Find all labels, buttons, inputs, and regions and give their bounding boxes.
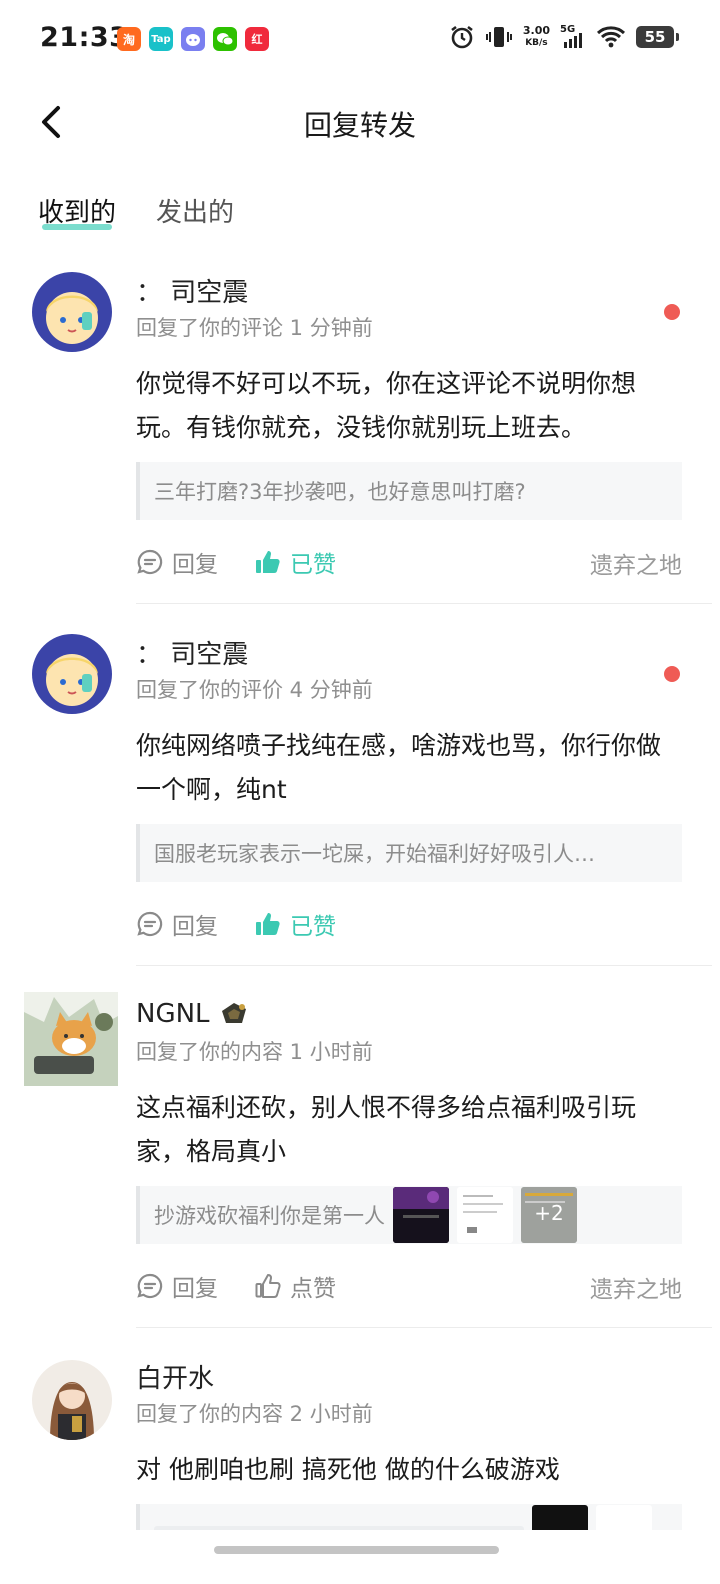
tab-sent[interactable]: 发出的 <box>156 192 234 229</box>
reply-meta: 回复了你的评论 1 分钟前 <box>136 316 373 340</box>
thumbs-up-icon <box>255 1274 281 1298</box>
thumbs-up-filled-icon <box>256 551 280 573</box>
thumbs-up-filled-icon <box>256 913 280 935</box>
avatar[interactable] <box>32 272 112 352</box>
username[interactable]: ： 司空震 <box>136 272 682 308</box>
action-bar: 回复 已赞 遗弃之地 <box>136 542 682 582</box>
reply-button[interactable]: 回复 <box>136 1269 218 1303</box>
quoted-text: 三年打磨?3年抄袭吧，也好意思叫打磨? <box>154 480 526 504</box>
image-thumbnail[interactable] <box>596 1505 652 1530</box>
like-button[interactable]: 已赞 <box>254 545 336 579</box>
like-label: 已赞 <box>290 914 336 940</box>
action-bar: 回复 已赞 <box>136 904 682 944</box>
like-label: 点赞 <box>290 1276 336 1302</box>
quoted-images: +2 <box>393 1187 577 1243</box>
vibrate-icon <box>485 27 512 47</box>
username[interactable]: 白开水 <box>136 1358 682 1394</box>
action-bar: 回复 点赞 遗弃之地 <box>136 1266 682 1306</box>
comment-icon <box>137 549 163 575</box>
reply-label: 回复 <box>172 552 218 578</box>
reply-meta: 回复了你的内容 2 小时前 <box>136 1402 373 1426</box>
battery-icon: 55 <box>636 26 679 48</box>
username[interactable]: ： 司空震 <box>136 634 682 670</box>
avatar[interactable] <box>32 634 112 714</box>
source-link[interactable]: 遗弃之地 <box>590 1270 682 1304</box>
reply-content: ： 司空震 回复了你的评论 1 分钟前 你觉得不好可以不玩，你在这评论不说明你想… <box>136 272 682 582</box>
quoted-images <box>532 1505 652 1530</box>
home-indicator[interactable] <box>214 1546 499 1554</box>
like-button[interactable]: 点赞 <box>254 1269 336 1303</box>
reply-content: NGNL 回复了你的内容 1 小时前 这点福利还砍，别人恨不得多给点福利吸引玩家… <box>136 996 682 1306</box>
quoted-text: 国服老玩家表示一坨屎，开始福利好好吸引人… <box>154 842 595 866</box>
app-header: 回复转发 <box>0 88 720 158</box>
system-icons: 3.00 KB/s 5G 55 <box>449 24 679 50</box>
status-bar: 21:33 淘 Tap 红 3.00 KB/s 5G 55 <box>0 0 720 80</box>
quoted-comment[interactable] <box>136 1504 682 1530</box>
reply-text[interactable]: 你觉得不好可以不玩，你在这评论不说明你想玩。有钱你就充，没钱你就别玩上班去。 <box>136 362 682 450</box>
notification-icons: 淘 Tap 红 <box>117 27 269 51</box>
net-speed-value: 3.00 <box>522 24 550 37</box>
reply-item[interactable]: 白开水 回复了你的内容 2 小时前 对 他刷咱也刷 搞死他 做的什么破游戏 <box>0 1358 720 1530</box>
reply-text[interactable]: 你纯网络喷子找纯在感，啥游戏也骂，你行你做一个啊，纯nt <box>136 724 682 812</box>
reply-text[interactable]: 对 他刷咱也刷 搞死他 做的什么破游戏 <box>136 1448 682 1492</box>
tab-sent-label: 发出的 <box>156 198 235 228</box>
username-row: NGNL <box>136 996 682 1032</box>
image-thumbnail[interactable] <box>393 1187 449 1243</box>
divider <box>136 1327 712 1328</box>
reply-content: ： 司空震 回复了你的评价 4 分钟前 你纯网络喷子找纯在感，啥游戏也骂，你行你… <box>136 634 682 944</box>
page-title: 回复转发 <box>303 109 416 142</box>
net-speed: 3.00 KB/s <box>523 25 550 49</box>
reply-button[interactable]: 回复 <box>136 545 218 579</box>
taobao-app-icon: 淘 <box>117 27 141 51</box>
wifi-icon <box>596 26 626 48</box>
divider <box>136 965 712 966</box>
quoted-comment[interactable]: 抄游戏砍福利你是第一人 +2 <box>136 1186 682 1244</box>
chat-app-icon <box>181 27 205 51</box>
avatar[interactable] <box>24 992 118 1086</box>
quoted-comment[interactable]: 国服老玩家表示一坨屎，开始福利好好吸引人… <box>136 824 682 882</box>
reply-text[interactable]: 这点福利还砍，别人恨不得多给点福利吸引玩家，格局真小 <box>136 1086 682 1174</box>
tab-bar: 收到的 发出的 <box>38 192 234 230</box>
comment-icon <box>137 1273 163 1299</box>
comment-icon <box>137 911 163 937</box>
unread-dot <box>664 304 680 320</box>
reply-button[interactable]: 回复 <box>136 907 218 941</box>
more-images-count: +2 <box>534 1201 564 1225</box>
tab-received-label: 收到的 <box>38 198 117 228</box>
source-link[interactable]: 遗弃之地 <box>590 546 682 580</box>
username[interactable]: NGNL <box>136 999 210 1029</box>
image-thumbnail[interactable] <box>457 1187 513 1243</box>
tab-received[interactable]: 收到的 <box>38 192 117 230</box>
avatar[interactable] <box>32 1360 112 1440</box>
quoted-comment[interactable]: 三年打磨?3年抄袭吧，也好意思叫打磨? <box>136 462 682 520</box>
status-time: 21:33 <box>40 22 129 53</box>
image-thumbnail[interactable] <box>532 1505 588 1530</box>
reply-label: 回复 <box>172 1276 218 1302</box>
like-label: 已赞 <box>290 552 336 578</box>
user-badge-icon <box>221 1003 246 1023</box>
reply-meta: 回复了你的内容 1 小时前 <box>136 1040 373 1064</box>
quoted-text: 抄游戏砍福利你是第一人 <box>154 1204 385 1228</box>
reply-content: 白开水 回复了你的内容 2 小时前 对 他刷咱也刷 搞死他 做的什么破游戏 <box>136 1358 682 1530</box>
image-thumbnail-more[interactable]: +2 <box>521 1187 577 1243</box>
reply-meta: 回复了你的评价 4 分钟前 <box>136 678 373 702</box>
taptap-app-icon: Tap <box>149 27 173 51</box>
divider <box>136 603 712 604</box>
xiaohongshu-app-icon: 红 <box>245 27 269 51</box>
wechat-app-icon <box>213 27 237 51</box>
cellular-signal-icon: 5G <box>560 24 586 50</box>
unread-dot <box>664 666 680 682</box>
quoted-text-placeholder <box>154 1526 524 1530</box>
reply-label: 回复 <box>172 914 218 940</box>
like-button[interactable]: 已赞 <box>254 907 336 941</box>
net-speed-unit: KB/s <box>525 38 548 48</box>
alarm-icon <box>451 25 473 49</box>
